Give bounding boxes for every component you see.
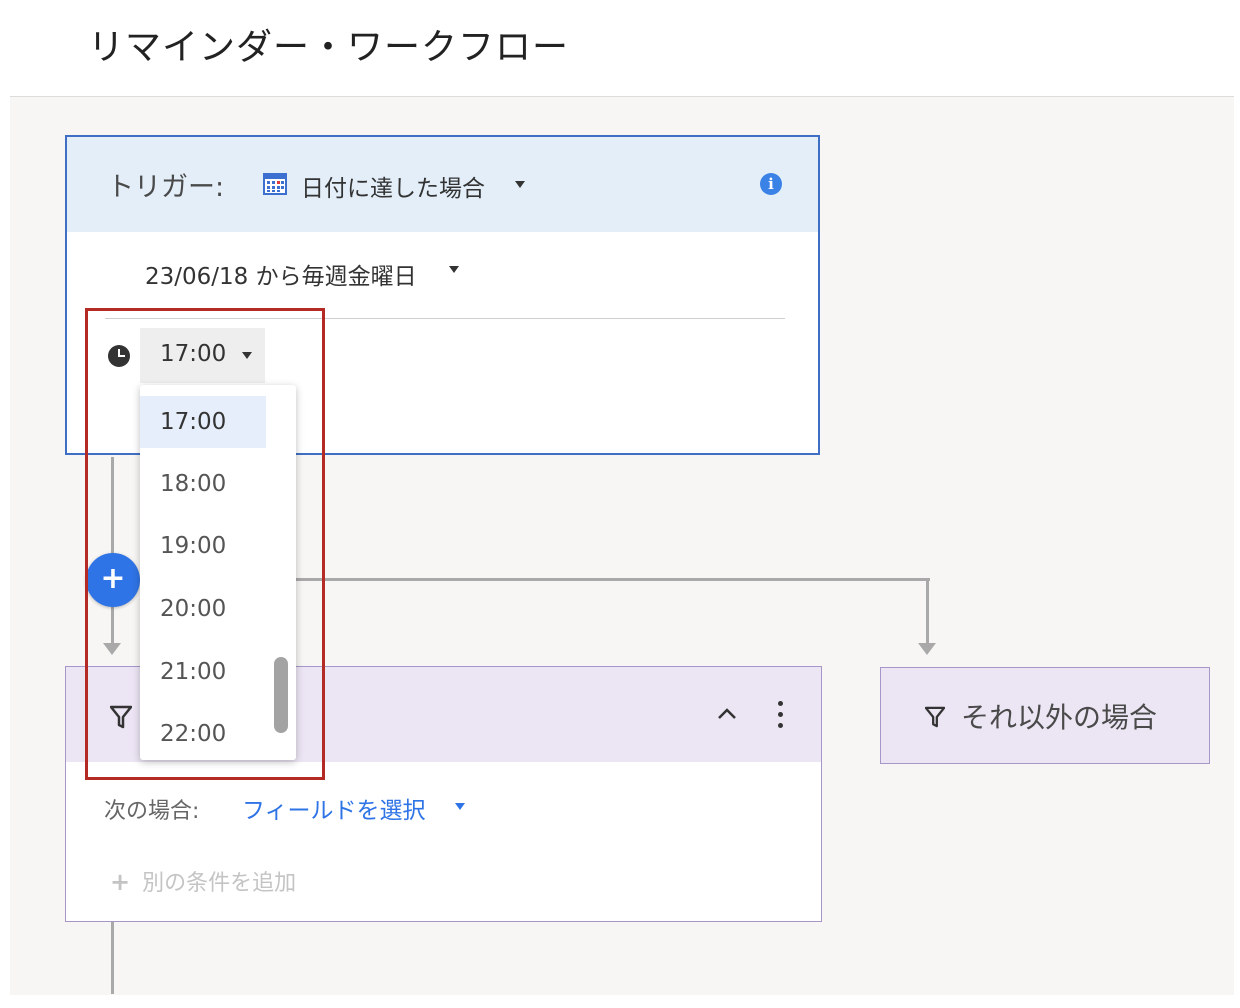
chevron-down-icon[interactable] xyxy=(449,266,459,273)
add-condition-label: 別の条件を追加 xyxy=(142,871,297,896)
chevron-up-icon[interactable] xyxy=(716,703,738,723)
if-label: 次の場合: xyxy=(104,799,200,824)
trigger-header: トリガー: 日付に達した場合 i xyxy=(67,137,818,232)
connector-line xyxy=(111,922,114,994)
kebab-menu-icon[interactable] xyxy=(778,701,784,731)
calendar-icon xyxy=(263,173,287,195)
trigger-label: トリガー: xyxy=(107,172,225,203)
field-select[interactable]: フィールドを選択 xyxy=(242,791,426,825)
highlight-annotation-box xyxy=(85,308,325,780)
add-condition-button[interactable]: + 別の条件を追加 xyxy=(110,865,296,897)
else-branch-label: それ以外の場合 xyxy=(961,701,1158,734)
filter-icon xyxy=(925,706,945,728)
schedule-select[interactable]: 23/06/18 から毎週金曜日 xyxy=(145,257,417,291)
plus-icon: + xyxy=(110,868,131,896)
connector-line xyxy=(926,578,929,643)
connector-arrow xyxy=(918,643,936,655)
else-branch-card[interactable]: それ以外の場合 xyxy=(880,667,1210,764)
page-title: リマインダー・ワークフロー xyxy=(88,27,570,68)
chevron-down-icon[interactable] xyxy=(515,181,525,188)
trigger-type-select[interactable]: 日付に達した場合 xyxy=(301,169,485,203)
info-icon[interactable]: i xyxy=(760,173,782,195)
chevron-down-icon[interactable] xyxy=(455,803,465,810)
